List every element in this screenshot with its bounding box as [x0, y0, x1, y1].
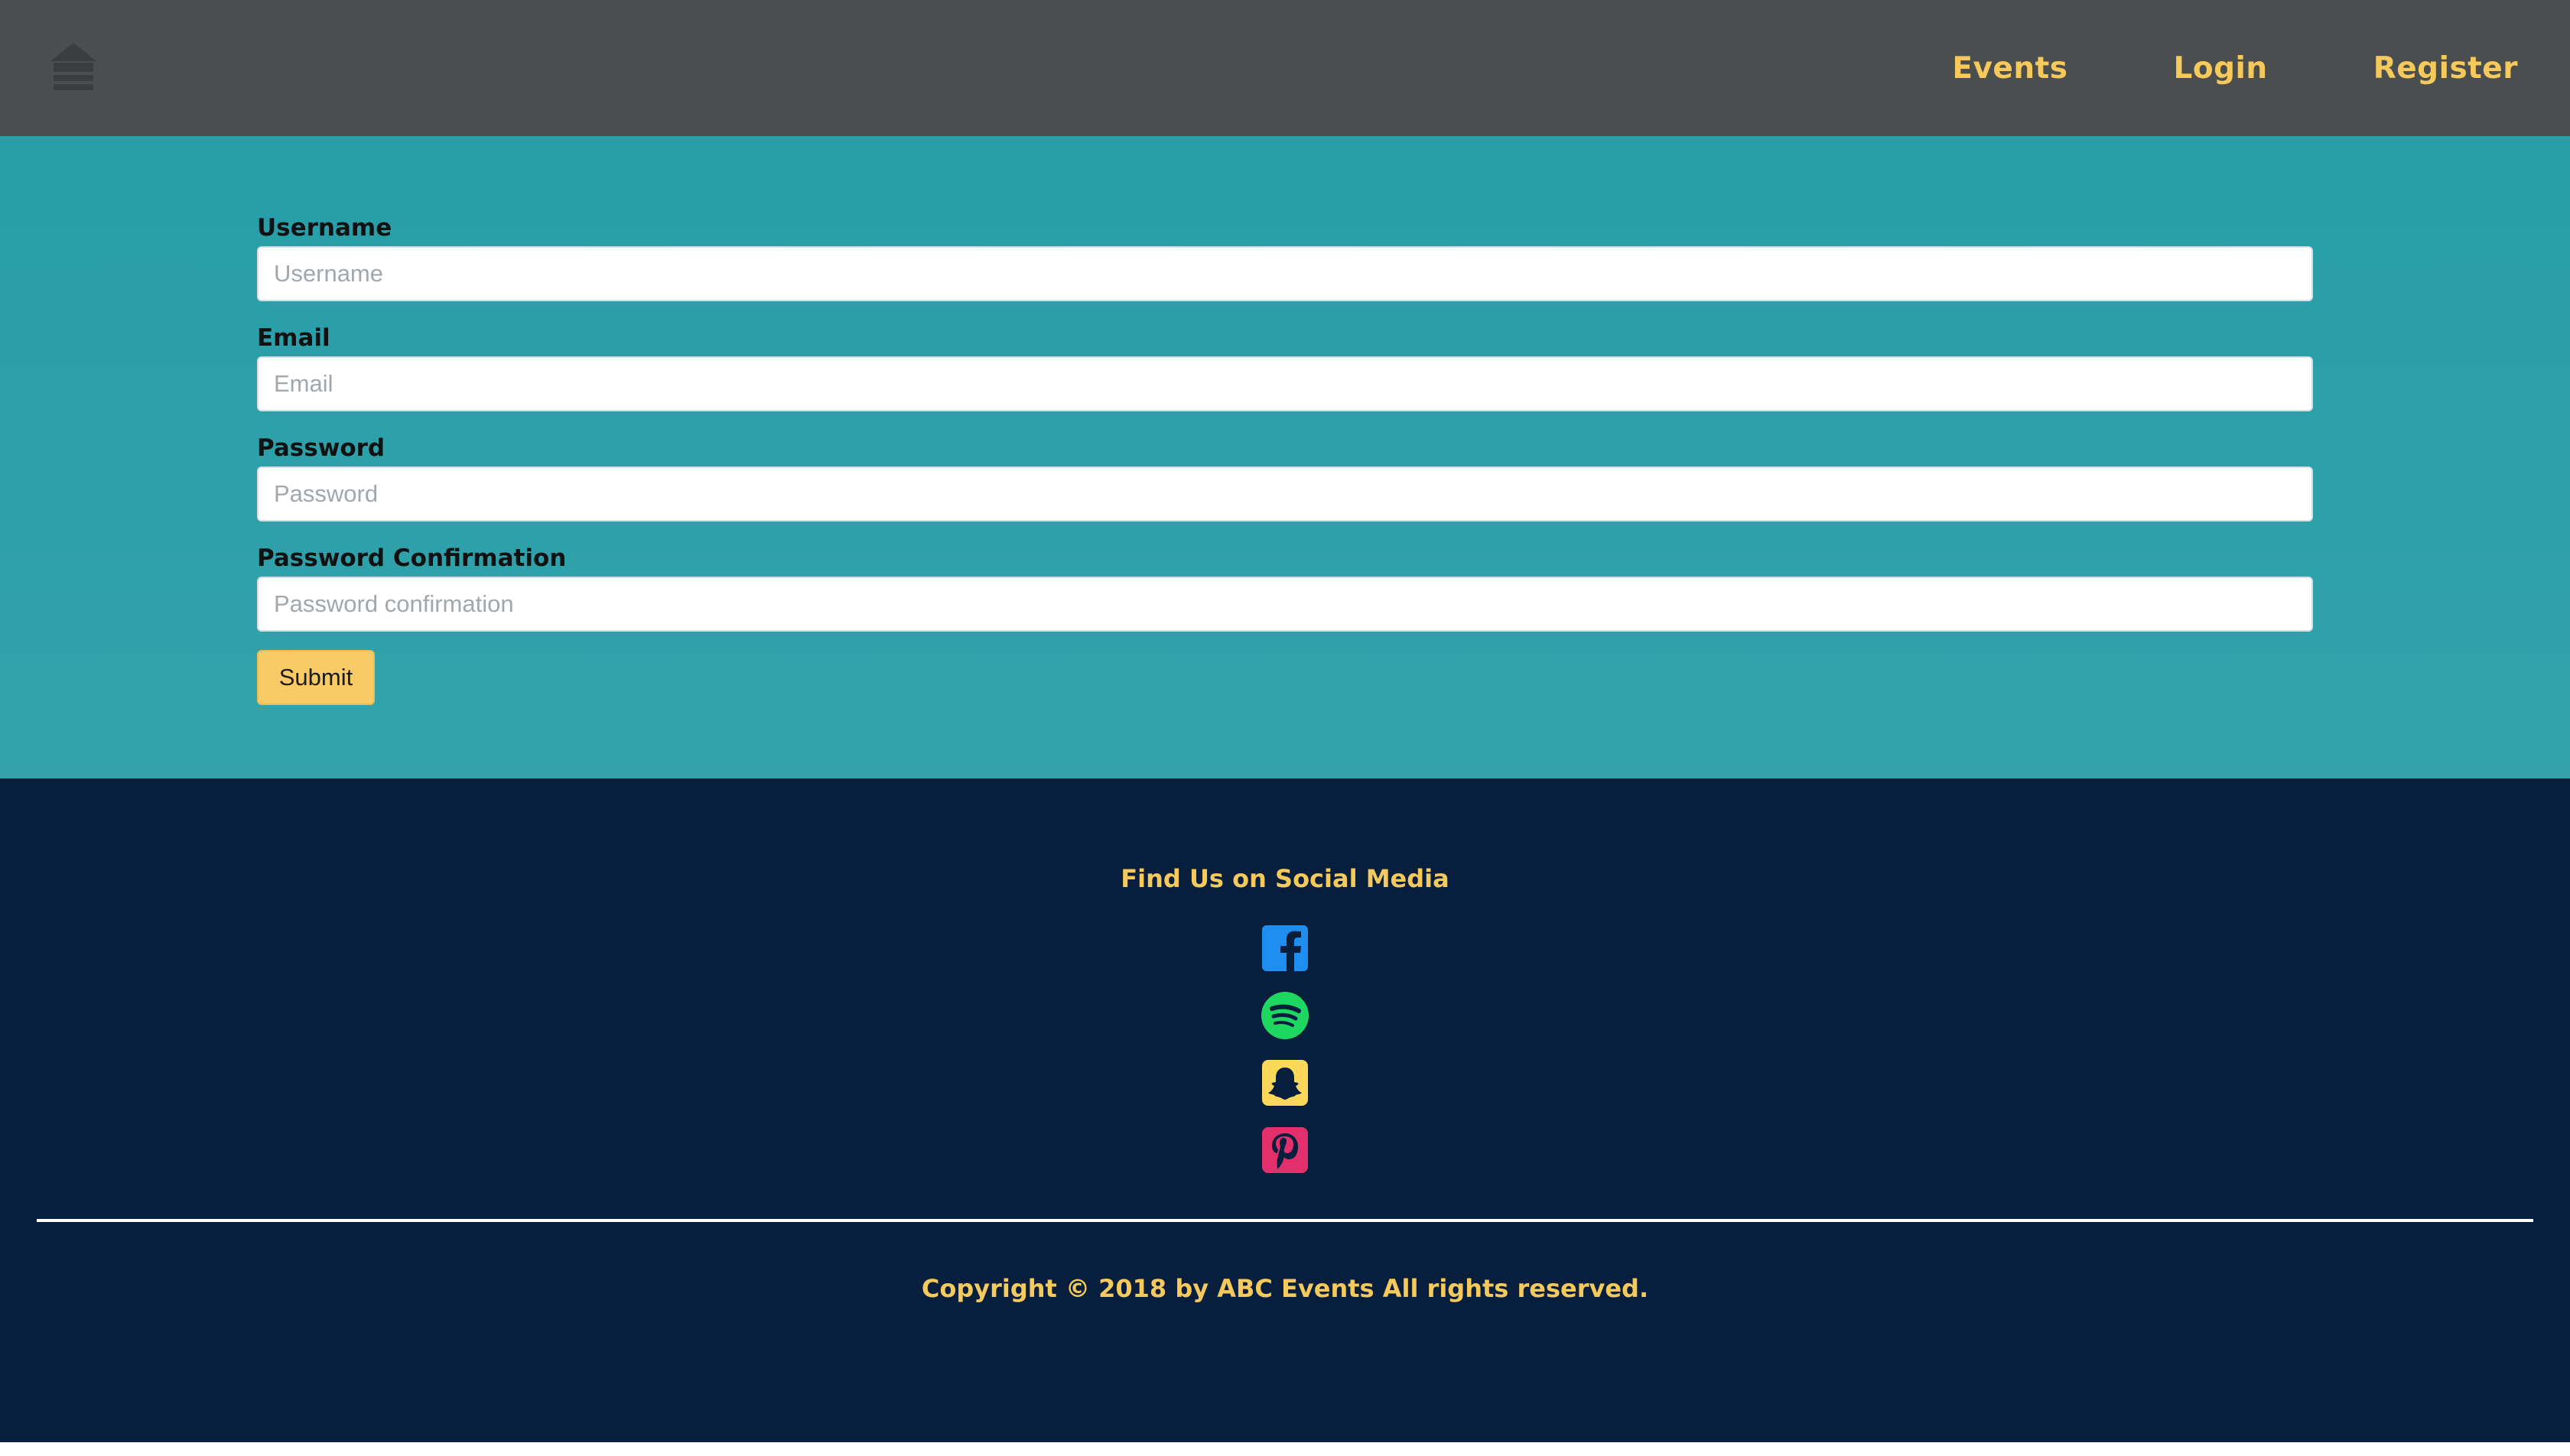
password-input[interactable] — [257, 466, 2313, 522]
username-input[interactable] — [257, 246, 2313, 301]
footer: Find Us on Social Media Copyright © 2018… — [0, 778, 2570, 1442]
email-input[interactable] — [257, 356, 2313, 411]
social-heading: Find Us on Social Media — [1121, 864, 1449, 893]
username-label: Username — [257, 214, 392, 242]
spotify-link[interactable] — [1261, 991, 1309, 1040]
password-confirmation-label: Password Confirmation — [257, 544, 567, 572]
pinterest-link[interactable] — [1261, 1126, 1309, 1175]
copyright-text: Copyright © 2018 by ABC Events All right… — [921, 1274, 1649, 1303]
page-bottom-strip — [0, 1442, 2570, 1456]
snapchat-icon — [1262, 1060, 1308, 1106]
nav-link-login[interactable]: Login — [2173, 51, 2267, 86]
register-form-section: Username Email Password Password Confirm… — [0, 136, 2570, 778]
home-link[interactable] — [50, 43, 96, 93]
nav-link-register[interactable]: Register — [2373, 51, 2518, 86]
password-label: Password — [257, 434, 386, 462]
navbar: Events Login Register — [0, 0, 2570, 136]
home-icon — [50, 43, 96, 90]
footer-divider — [37, 1219, 2533, 1222]
facebook-icon — [1262, 925, 1308, 971]
nav-links: Events Login Register — [1952, 0, 2518, 136]
pinterest-icon — [1262, 1127, 1308, 1173]
snapchat-link[interactable] — [1261, 1058, 1309, 1107]
spotify-icon — [1261, 992, 1309, 1039]
email-label: Email — [257, 324, 330, 352]
submit-button[interactable]: Submit — [257, 650, 375, 705]
facebook-link[interactable] — [1261, 924, 1309, 973]
nav-link-events[interactable]: Events — [1952, 51, 2067, 86]
password-confirmation-input[interactable] — [257, 577, 2313, 632]
